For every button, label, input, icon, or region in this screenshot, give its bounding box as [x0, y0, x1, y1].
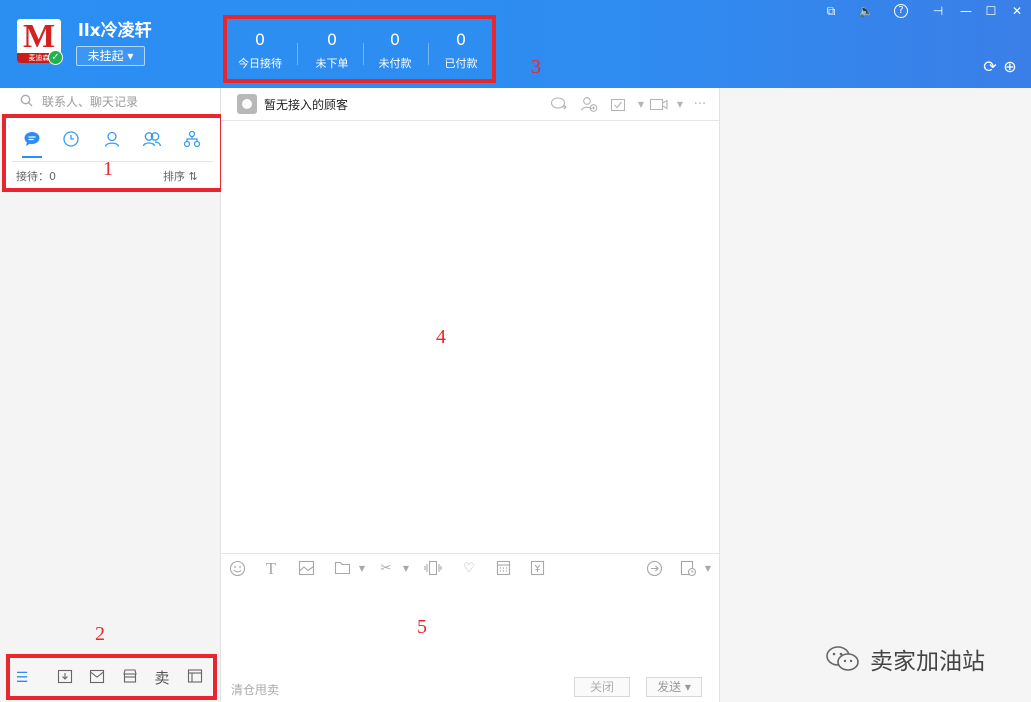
close-window-icon[interactable]: ✕	[1008, 3, 1026, 19]
pin-icon[interactable]: ⊣	[929, 3, 947, 19]
stat-no-order[interactable]: 0 未下单	[300, 29, 364, 71]
restore-window-icon[interactable]: ⧉	[822, 3, 840, 19]
menu-icon[interactable]: ☰	[12, 668, 32, 688]
chat-bubble-icon[interactable]	[21, 130, 43, 152]
search-bar	[0, 88, 220, 116]
suspend-status-button[interactable]: 未挂起 ▾	[76, 46, 145, 66]
message-icon[interactable]	[644, 560, 664, 578]
chat-header: 暂无接入的顾客 ▼ ▼ ···	[221, 88, 719, 121]
right-panel: 卖家加油站	[719, 88, 1031, 702]
heart-icon[interactable]: ♡	[459, 560, 479, 578]
minimize-icon[interactable]: —	[957, 3, 975, 19]
stat-value: 0	[389, 30, 401, 49]
search-input[interactable]	[42, 92, 212, 112]
left-panel: 接待：0 1 排序 ⇅ 2 ☰ 卖	[0, 88, 224, 702]
logo-mark: M	[22, 19, 56, 55]
stat-value: 0	[326, 30, 338, 49]
bottom-toolbar: ☰ 卖	[6, 654, 217, 700]
stats-panel: 0 今日接待 0 未下单 0 未付款 0 已付款	[223, 15, 496, 83]
sell-icon[interactable]: 卖	[152, 668, 172, 688]
annotation-5: 5	[417, 616, 427, 638]
online-check-icon: ✓	[48, 50, 63, 65]
top-header: M 麦迪森 ✓ llx冷凌轩 未挂起 ▾ 0 今日接待 0 未下单 0 未付款 …	[0, 0, 1031, 88]
more-icon[interactable]: ···	[690, 96, 710, 114]
customer-avatar	[237, 94, 257, 114]
coupon-icon[interactable]	[527, 560, 547, 578]
import-icon[interactable]	[55, 668, 75, 688]
stat-value: 0	[254, 30, 266, 49]
stat-unpaid[interactable]: 0 未付款	[363, 29, 427, 71]
stat-today-reception[interactable]: 0 今日接待	[228, 29, 292, 71]
mail-icon[interactable]	[87, 668, 107, 688]
username: llx冷凌轩	[78, 21, 152, 41]
search-icon	[20, 94, 34, 108]
stat-divider	[297, 43, 298, 65]
volume-icon[interactable]: 🔈	[857, 3, 875, 19]
calculator-icon[interactable]	[493, 560, 513, 578]
watermark: 卖家加油站	[824, 640, 1014, 676]
org-icon[interactable]	[181, 130, 203, 152]
history-dropdown-icon[interactable]: ▼	[698, 560, 718, 578]
video-dropdown-icon[interactable]: ▼	[670, 96, 690, 114]
stat-label: 已付款	[444, 57, 478, 70]
scissors-dropdown-icon[interactable]: ▼	[396, 560, 416, 578]
annotation-4: 4	[436, 326, 446, 348]
reception-count: 接待：0	[16, 170, 56, 183]
folder-icon[interactable]	[332, 560, 352, 578]
send-button[interactable]: 发送 ▾	[646, 677, 702, 697]
shake-icon[interactable]	[423, 560, 443, 578]
quick-phrase-link[interactable]: 清仓甩卖	[231, 681, 279, 698]
image-icon[interactable]	[296, 560, 316, 578]
wechat-icon	[824, 644, 864, 674]
person-icon[interactable]	[101, 130, 123, 152]
text-format-icon[interactable]: T	[261, 560, 281, 578]
add-person-icon[interactable]	[579, 96, 599, 114]
help-icon[interactable]: ?	[894, 4, 908, 18]
annotation-3: 3	[531, 56, 541, 78]
annotation-2: 2	[95, 623, 105, 645]
refresh-icon[interactable]: ⟳	[981, 58, 999, 76]
shop-icon[interactable]	[120, 668, 140, 688]
window-icon[interactable]	[185, 668, 205, 688]
clock-icon[interactable]	[60, 130, 82, 152]
emoji-icon[interactable]	[227, 560, 247, 578]
stat-paid[interactable]: 0 已付款	[429, 29, 493, 71]
group-icon[interactable]	[141, 130, 163, 152]
history-icon[interactable]	[678, 560, 698, 578]
folder-dropdown-icon[interactable]: ▼	[352, 560, 372, 578]
add-icon[interactable]: ⊕	[1001, 58, 1019, 76]
close-chat-button[interactable]: 关闭	[574, 677, 630, 697]
video-icon[interactable]	[649, 96, 669, 114]
chat-title: 暂无接入的顾客	[264, 98, 349, 112]
input-toolbar: T ▼ ✂ ▼ ♡ ▼	[221, 553, 719, 583]
transfer-icon[interactable]	[549, 96, 569, 114]
active-tab-indicator	[22, 156, 42, 158]
evaluate-dropdown-icon[interactable]: ▼	[631, 96, 651, 114]
stat-label: 今日接待	[238, 57, 282, 70]
chat-message-area: 4	[221, 121, 719, 553]
scissors-icon[interactable]: ✂	[376, 560, 396, 578]
maximize-icon[interactable]: ☐	[982, 3, 1000, 19]
stat-label: 未付款	[378, 57, 412, 70]
stat-value: 0	[455, 30, 467, 49]
tab-divider	[12, 161, 214, 162]
sort-button[interactable]: 排序 ⇅	[163, 168, 198, 184]
annotation-1: 1	[103, 158, 113, 180]
message-input-area[interactable]: 5 清仓甩卖 关闭 发送 ▾	[221, 583, 719, 702]
watermark-text: 卖家加油站	[870, 649, 985, 675]
stat-label: 未下单	[315, 57, 349, 70]
evaluate-icon[interactable]	[609, 96, 629, 114]
contact-tabs-panel: 接待：0 1 排序 ⇅	[2, 114, 224, 192]
